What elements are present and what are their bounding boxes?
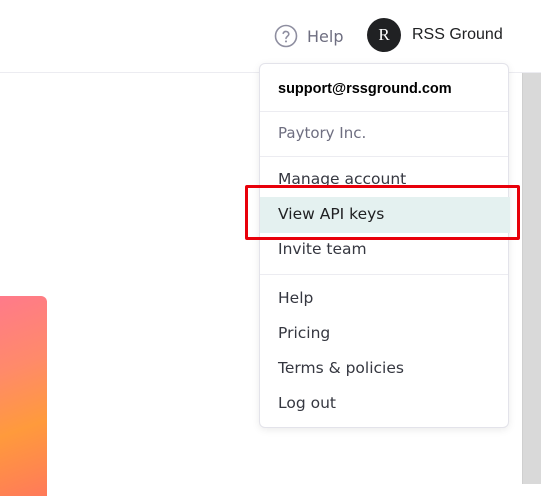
account-email: support@rssground.com (278, 81, 452, 97)
user-name: RSS Ground (412, 26, 503, 43)
account-dropdown-menu: support@rssground.com Paytory Inc. Manag… (259, 63, 510, 428)
terms-policies-item[interactable]: Terms & policies (278, 359, 404, 377)
annotation-highlight-box (245, 185, 520, 240)
scrollbar[interactable] (522, 73, 541, 484)
pricing-item[interactable]: Pricing (278, 324, 330, 342)
avatar: R (367, 18, 401, 52)
invite-team-item[interactable]: Invite team (278, 240, 367, 258)
menu-divider (260, 111, 508, 112)
help-link[interactable]: Help (274, 22, 343, 50)
organization-name[interactable]: Paytory Inc. (278, 124, 366, 142)
log-out-item[interactable]: Log out (278, 394, 336, 412)
gradient-card (0, 296, 47, 496)
question-circle-icon (274, 24, 298, 48)
help-label: Help (307, 26, 344, 46)
menu-divider (260, 274, 508, 275)
help-item[interactable]: Help (278, 289, 313, 307)
user-menu-button[interactable]: R RSS Ground (367, 18, 503, 52)
menu-divider (260, 156, 508, 157)
